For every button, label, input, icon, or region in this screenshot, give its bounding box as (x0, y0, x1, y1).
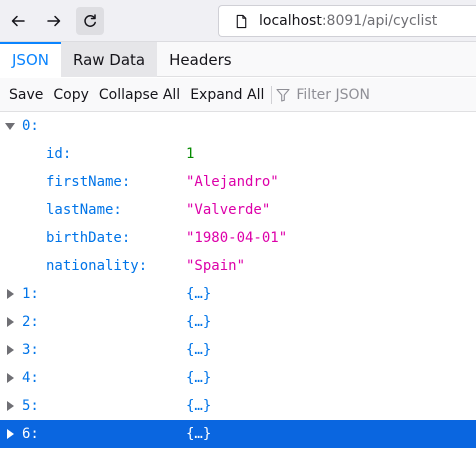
tree-value: {…} (186, 314, 212, 330)
tree-row-5[interactable]: 5: {…} (0, 392, 476, 420)
json-tree: 0: id: 1 firstName: "Alejandro" lastName… (0, 112, 476, 448)
tree-value: {…} (186, 398, 212, 414)
chevron-down-icon[interactable] (5, 121, 15, 131)
tree-row-0[interactable]: 0: (0, 112, 476, 140)
copy-button[interactable]: Copy (48, 87, 94, 103)
arrow-left-icon (11, 15, 25, 27)
tree-key: lastName: (46, 202, 122, 218)
tree-value: "1980-04-01" (186, 230, 288, 246)
browser-toolbar: localhost:8091/api/cyclist (0, 0, 476, 42)
tree-value: "Spain" (186, 258, 246, 274)
tree-value: "Valverde" (186, 202, 271, 218)
forward-button[interactable] (40, 7, 68, 35)
tree-key: birthDate: (46, 230, 131, 246)
tree-row-id[interactable]: id: 1 (0, 140, 476, 168)
tab-json[interactable]: JSON (0, 42, 61, 77)
tree-row-3[interactable]: 3: {…} (0, 336, 476, 364)
filter-placeholder: Filter JSON (296, 86, 371, 103)
tree-key: 2: (22, 314, 39, 330)
expand-all-button[interactable]: Expand All (185, 87, 269, 103)
tree-key: 5: (22, 398, 39, 414)
tree-value: {…} (186, 342, 212, 358)
filter-icon (276, 88, 290, 102)
arrow-right-icon (47, 15, 61, 27)
tree-row-1[interactable]: 1: {…} (0, 280, 476, 308)
tree-value: {…} (186, 426, 212, 442)
chevron-right-icon[interactable] (5, 373, 15, 383)
tree-row-firstname[interactable]: firstName: "Alejandro" (0, 168, 476, 196)
viewer-action-bar: Save Copy Collapse All Expand All Filter… (0, 78, 476, 112)
reload-icon (84, 14, 96, 27)
tree-key: 4: (22, 370, 39, 386)
collapse-all-button[interactable]: Collapse All (94, 87, 185, 103)
page-info-icon[interactable] (233, 13, 249, 29)
tree-row-birthdate[interactable]: birthDate: "1980-04-01" (0, 224, 476, 252)
save-button[interactable]: Save (4, 87, 48, 103)
divider (271, 85, 273, 104)
tree-row-6[interactable]: 6: {…} (0, 420, 476, 448)
chevron-right-icon[interactable] (5, 345, 15, 355)
chevron-right-icon[interactable] (5, 289, 15, 299)
filter-json-input[interactable]: Filter JSON (276, 87, 370, 103)
url-bar[interactable]: localhost:8091/api/cyclist (218, 5, 476, 37)
tab-headers[interactable]: Headers (157, 42, 243, 77)
tree-row-2[interactable]: 2: {…} (0, 308, 476, 336)
url-host: localhost (259, 13, 322, 29)
tree-row-4[interactable]: 4: {…} (0, 364, 476, 392)
tree-key: 1: (22, 286, 39, 302)
tree-key: nationality: (46, 258, 148, 274)
tree-value: {…} (186, 286, 212, 302)
tree-key: 6: (22, 426, 39, 442)
tree-key: firstName: (46, 174, 131, 190)
tree-key: id: (46, 146, 72, 162)
reload-button[interactable] (76, 7, 104, 35)
chevron-right-icon[interactable] (5, 429, 15, 439)
tree-value: "Alejandro" (186, 174, 279, 190)
tab-raw-data[interactable]: Raw Data (60, 42, 158, 77)
tree-value: 1 (186, 146, 195, 162)
tree-value: {…} (186, 370, 212, 386)
chevron-right-icon[interactable] (5, 317, 15, 327)
viewer-tabs: JSON Raw Data Headers (0, 42, 476, 77)
back-button[interactable] (4, 7, 32, 35)
tree-key: 0: (22, 118, 39, 134)
tree-row-nationality[interactable]: nationality: "Spain" (0, 252, 476, 280)
tree-key: 3: (22, 342, 39, 358)
chevron-right-icon[interactable] (5, 401, 15, 411)
url-path: :8091/api/cyclist (321, 13, 438, 29)
tree-row-lastname[interactable]: lastName: "Valverde" (0, 196, 476, 224)
